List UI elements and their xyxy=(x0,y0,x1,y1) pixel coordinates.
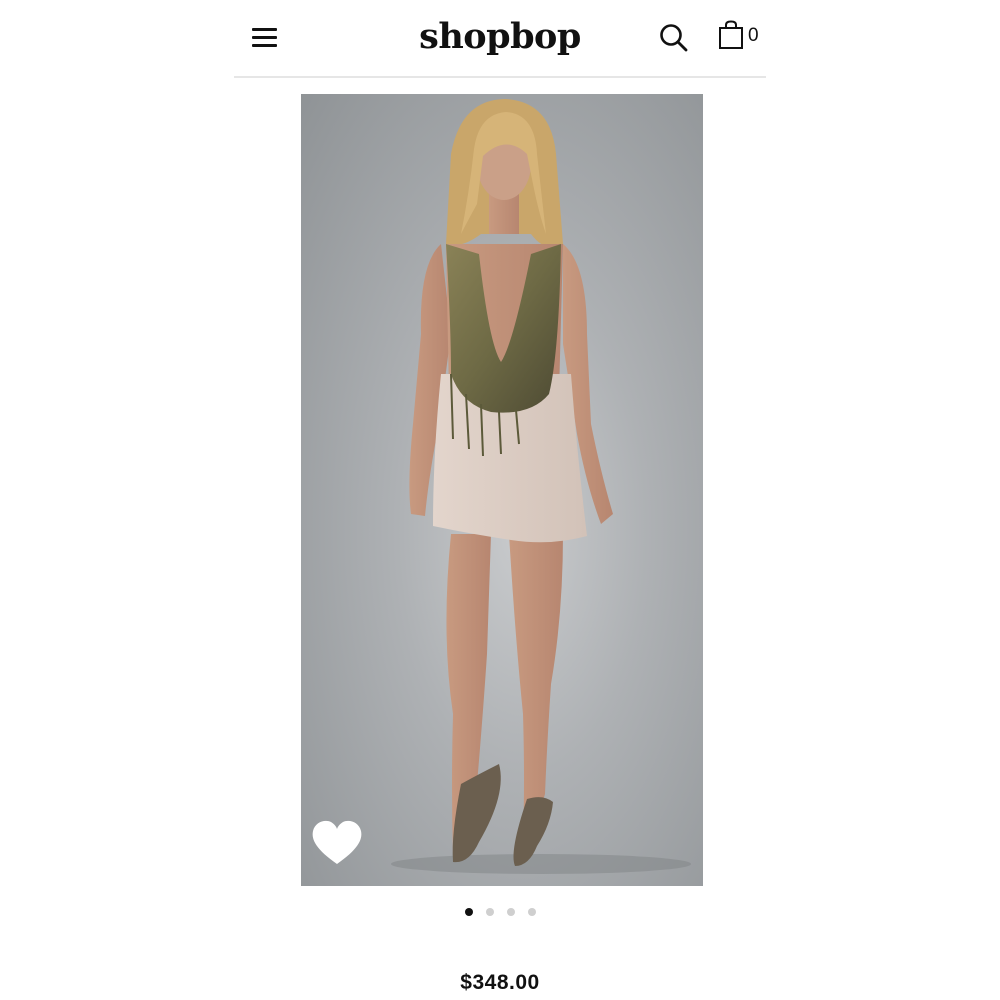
search-icon[interactable] xyxy=(658,22,690,54)
site-header: shopbop 0 xyxy=(234,0,766,78)
product-price: $348.00 xyxy=(460,971,540,994)
shopping-bag-button[interactable]: 0 xyxy=(718,20,762,52)
heart-icon[interactable] xyxy=(309,818,365,868)
carousel-dot-3[interactable] xyxy=(506,908,515,916)
shopping-bag-icon xyxy=(719,20,743,49)
hamburger-menu-icon[interactable] xyxy=(252,26,278,50)
carousel-dot-1[interactable] xyxy=(464,908,473,916)
carousel-dot-4[interactable] xyxy=(527,908,536,916)
product-page: shopbop 0 $348.00 xyxy=(0,0,1000,1000)
carousel-dot-2[interactable] xyxy=(485,908,494,916)
model-photo xyxy=(391,99,691,874)
carousel-dots xyxy=(0,908,1000,920)
cart-count: 0 xyxy=(748,25,759,46)
product-image[interactable] xyxy=(301,94,703,886)
